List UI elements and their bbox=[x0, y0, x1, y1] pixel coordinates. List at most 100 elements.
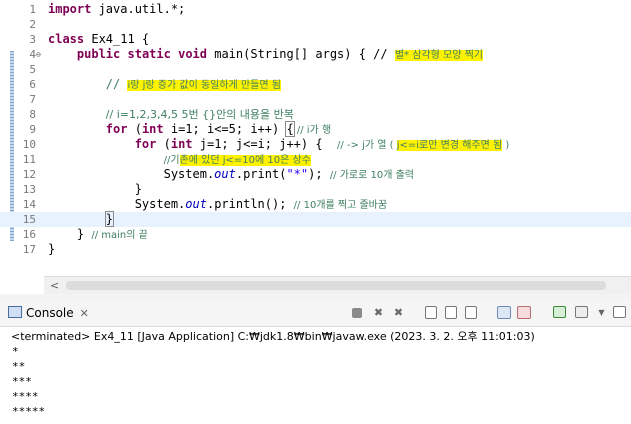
code-line-12: 12 System.out.print("*"); // 가로로 10개 출력 bbox=[0, 167, 631, 182]
method-signature: main(String[] args) { // bbox=[207, 47, 395, 61]
code-line-17: 17 } bbox=[0, 242, 631, 257]
code-line-15: 15 } bbox=[0, 211, 631, 227]
code-line-13: 13 } bbox=[0, 182, 631, 197]
code-text: ( bbox=[156, 137, 171, 151]
code-line-11: 11 //기존에 있던 j<=10에 10은 상수 bbox=[0, 152, 631, 167]
code-line-2: 2 bbox=[0, 17, 631, 32]
static-field: out bbox=[185, 197, 207, 211]
line-number: 15 bbox=[22, 213, 36, 226]
comment: // -> j가 열 ( bbox=[337, 140, 397, 151]
line-number: 16 bbox=[22, 228, 36, 241]
keyword-int: int bbox=[141, 122, 164, 136]
comment: // i가 행 bbox=[293, 125, 332, 136]
code-line-1: 1 import java.util.*; bbox=[0, 2, 631, 17]
open-console-icon[interactable] bbox=[613, 306, 626, 318]
code-editor[interactable]: 1 import java.util.*; 2 3 class Ex4_11 {… bbox=[0, 0, 631, 276]
show-stdout-icon[interactable] bbox=[497, 306, 511, 319]
line-number: 4 bbox=[29, 48, 36, 61]
keyword-public: public bbox=[76, 47, 121, 61]
comment: // 가로로 10개 출력 bbox=[329, 170, 415, 181]
remove-launch-icon[interactable]: ✖ bbox=[372, 306, 385, 319]
console-tab-label: Console bbox=[26, 306, 74, 320]
code-line-8: 8 // i=1,2,3,4,5 5번 {}안의 내용을 반복 bbox=[0, 107, 631, 122]
line-number: 6 bbox=[29, 78, 36, 91]
closing-brace: } bbox=[134, 182, 142, 196]
code-line-3: 3 class Ex4_11 { bbox=[0, 32, 631, 47]
chevron-down-icon[interactable]: ▼ bbox=[595, 306, 608, 319]
line-number: 2 bbox=[29, 18, 36, 31]
code-text: System. bbox=[163, 167, 215, 181]
code-text: ); bbox=[308, 167, 330, 181]
highlighted-comment: 별* 삼각형 모양 찍기 bbox=[394, 50, 483, 61]
code-text: ( bbox=[127, 122, 142, 136]
closing-brace: } bbox=[76, 227, 92, 241]
string-literal: "*" bbox=[286, 167, 309, 181]
comment: // main의 끝 bbox=[91, 230, 148, 241]
scrollbar-thumb[interactable] bbox=[66, 281, 606, 290]
code-line-10: 10 for (int j=1; j<=i; j++) { // -> j가 열… bbox=[0, 137, 631, 152]
text-caret bbox=[113, 212, 115, 225]
static-field: out bbox=[214, 167, 236, 181]
keyword-void: void bbox=[178, 47, 207, 61]
terminate-icon[interactable] bbox=[352, 308, 362, 318]
code-line-9: 9 for (int i=1; i<=5; i++) { // i가 행 bbox=[0, 121, 631, 137]
keyword-import: import bbox=[48, 2, 92, 16]
console-output-line: ***** bbox=[12, 405, 46, 418]
keyword-for: for bbox=[105, 122, 128, 136]
keyword-static: static bbox=[127, 47, 171, 61]
code-line-7: 7 bbox=[0, 92, 631, 107]
comment: // i=1,2,3,4,5 5번 {}안의 내용을 반복 bbox=[105, 108, 294, 121]
comment: // 10개를 찍고 줄바꿈 bbox=[293, 200, 388, 211]
word-wrap-icon[interactable] bbox=[465, 306, 477, 319]
comment-prefix: // bbox=[105, 77, 128, 91]
console-toolbar: Console ✕ ✖ ✖ ▼ bbox=[0, 300, 631, 327]
console-icon bbox=[8, 306, 22, 318]
console-tab[interactable]: Console ✕ bbox=[8, 302, 89, 324]
comment: ) bbox=[502, 140, 510, 151]
code-line-14: 14 System.out.println(); // 10개를 찍고 줄바꿈 bbox=[0, 197, 631, 212]
console-output-area[interactable]: <terminated> Ex4_11 [Java Application] C… bbox=[0, 327, 631, 424]
code-line-6: 6 // i랑 j랑 증가 값이 동일하게 만들면 됨 bbox=[0, 77, 631, 92]
pin-console-icon[interactable] bbox=[553, 306, 566, 318]
close-icon[interactable]: ✕ bbox=[80, 307, 89, 320]
closing-brace: } bbox=[48, 242, 56, 256]
display-console-icon[interactable] bbox=[575, 306, 588, 318]
clear-console-icon[interactable] bbox=[425, 306, 437, 319]
line-number: 14 bbox=[22, 198, 36, 211]
keyword-class: class bbox=[48, 32, 85, 46]
console-status-line: <terminated> Ex4_11 [Java Application] C… bbox=[11, 330, 535, 343]
class-declaration: Ex4_11 { bbox=[84, 32, 150, 46]
highlighted-comment: i랑 j랑 증가 값이 동일하게 만들면 됨 bbox=[127, 80, 281, 91]
matched-brace: { bbox=[285, 121, 295, 137]
import-path: java.util.*; bbox=[91, 2, 186, 16]
remove-all-icon[interactable]: ✖ bbox=[392, 306, 405, 319]
scroll-lock-icon[interactable] bbox=[445, 306, 457, 319]
line-number: 11 bbox=[22, 153, 36, 166]
console-output-line: *** bbox=[12, 375, 32, 388]
console-output-line: * bbox=[12, 345, 19, 358]
line-number: 1 bbox=[29, 3, 36, 16]
code-text: System. bbox=[134, 197, 186, 211]
console-output-line: **** bbox=[12, 390, 39, 403]
code-text: .println(); bbox=[206, 197, 294, 211]
collapse-icon[interactable]: ⊖ bbox=[36, 49, 41, 60]
scroll-left-arrow-icon[interactable]: < bbox=[50, 277, 59, 294]
matched-brace: } bbox=[104, 211, 115, 227]
line-number: 17 bbox=[22, 243, 36, 256]
loop-condition: j=1; j<=i; j++) { bbox=[192, 137, 338, 151]
code-line-4: 4 ⊖ public static void main(String[] arg… bbox=[0, 47, 631, 62]
show-stderr-icon[interactable] bbox=[517, 306, 531, 319]
comment-prefix: //기 bbox=[163, 155, 180, 166]
highlighted-comment: j<=i로만 변경 해주면 됨 bbox=[396, 140, 503, 151]
line-number: 12 bbox=[22, 168, 36, 181]
loop-condition: i=1; i<=5; i++) bbox=[163, 122, 287, 136]
code-text: .print( bbox=[235, 167, 287, 181]
keyword-int: int bbox=[170, 137, 193, 151]
line-number: 8 bbox=[29, 108, 36, 121]
keyword-for: for bbox=[134, 137, 157, 151]
highlighted-comment: 존에 있던 j<=10에 10은 상수 bbox=[179, 155, 311, 166]
horizontal-scrollbar[interactable]: < bbox=[44, 276, 631, 294]
code-line-5: 5 bbox=[0, 62, 631, 77]
code-line-16: 16 } // main의 끝 bbox=[0, 227, 631, 242]
line-number: 9 bbox=[29, 123, 36, 136]
